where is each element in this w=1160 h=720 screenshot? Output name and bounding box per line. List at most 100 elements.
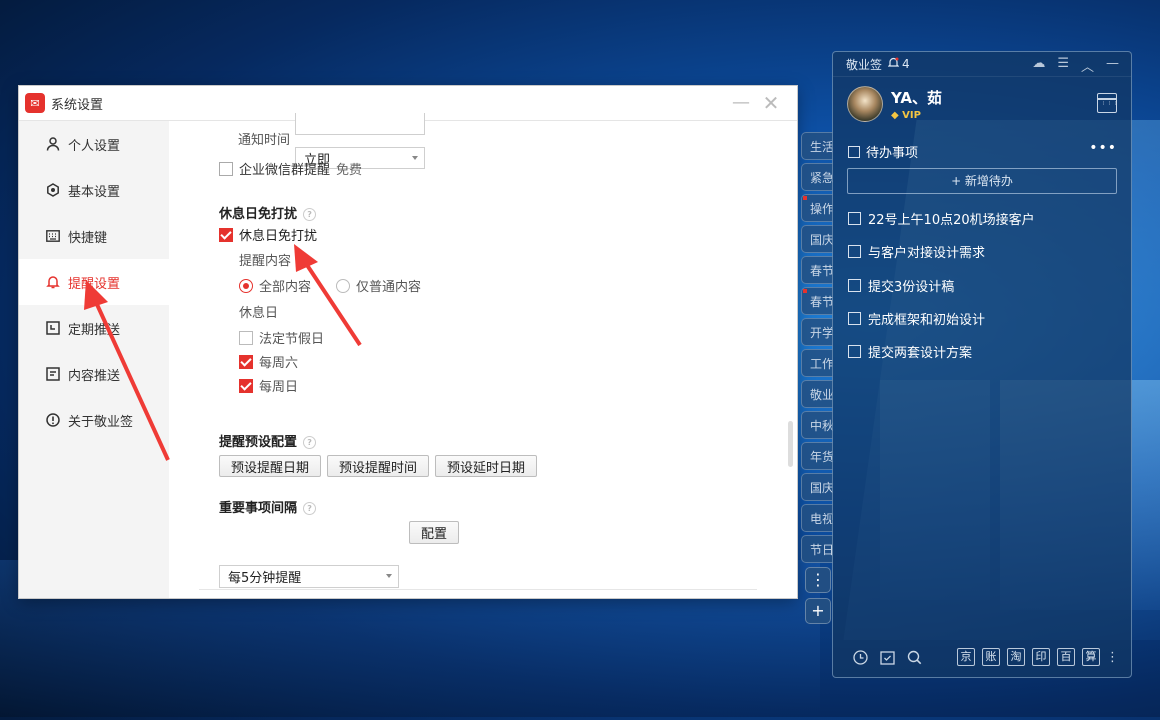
config-button[interactable]: 配置	[409, 521, 460, 544]
checkbox-checked-icon	[239, 354, 253, 369]
search-icon[interactable]	[905, 648, 923, 666]
avatar[interactable]	[847, 86, 883, 122]
calendar-icon[interactable]	[1097, 93, 1118, 113]
tab-item[interactable]: 国庆	[801, 473, 833, 501]
collapse-icon[interactable]: ︿	[1081, 56, 1094, 75]
document-icon	[45, 366, 61, 382]
shortcut-jd-button[interactable]: 京	[957, 648, 975, 666]
radio-all-content[interactable]: 全部内容	[239, 276, 311, 295]
sidebar-item-shortcuts[interactable]: 快捷键	[19, 213, 169, 259]
sticky-note-panel: 敬业签 4 ☁ ☰ ︿ — YA、茹 ◆ VIP 待办事项 ••• + 新增待办…	[832, 51, 1132, 678]
keyboard-icon	[45, 228, 61, 244]
clock-icon[interactable]	[851, 648, 869, 666]
todo-item[interactable]: 提交3份设计稿	[848, 276, 954, 295]
tab-item[interactable]: 节日	[801, 535, 833, 563]
checkbox-checked-icon	[219, 227, 233, 242]
more-options-icon[interactable]: •••	[1089, 140, 1117, 156]
sidebar-item-reminder[interactable]: 提醒设置	[19, 259, 169, 305]
wechat-group-reminder-checkbox[interactable]: 企业微信群提醒 免费	[219, 159, 362, 178]
interval-section-title: 重要事项间隔?	[219, 497, 317, 516]
tab-item[interactable]: 春节	[801, 287, 833, 315]
checkbox-icon[interactable]	[848, 245, 861, 258]
rest-day-dnd-checkbox[interactable]: 休息日免打扰	[219, 225, 317, 244]
tab-item[interactable]: 中秋	[801, 411, 833, 439]
checkbox-icon[interactable]	[848, 312, 861, 325]
rest-check-label: 休息日免打扰	[239, 229, 318, 244]
add-tab-button[interactable]: +	[805, 598, 831, 624]
tab-item[interactable]: 紧急	[801, 163, 833, 191]
tab-item[interactable]: 国庆	[801, 225, 833, 253]
radio-normal-content[interactable]: 仅普通内容	[336, 276, 421, 295]
panel-bottom-bar: 京 账 淘 印 百 算 ⋮	[833, 645, 1131, 669]
add-todo-button[interactable]: + 新增待办	[847, 168, 1117, 194]
tab-item[interactable]: 生活	[801, 132, 833, 160]
tab-item[interactable]: 工作	[801, 349, 833, 377]
tab-item[interactable]: 开学	[801, 318, 833, 346]
shortcut-taobao-button[interactable]: 淘	[1007, 648, 1025, 666]
tab-item[interactable]: 春节	[801, 256, 833, 284]
todo-item[interactable]: 完成框架和初始设计	[848, 309, 985, 328]
shortcut-calc-button[interactable]: 算	[1082, 648, 1100, 666]
section-title-text: 提醒预设配置	[219, 435, 298, 450]
minimize-button[interactable]: —	[729, 92, 753, 114]
preset-date-button[interactable]: 预设提醒日期	[219, 455, 322, 477]
todo-header: 待办事项	[848, 142, 918, 161]
divider	[199, 589, 757, 590]
sidebar-item-label: 基本设置	[68, 184, 121, 200]
sidebar-item-personal[interactable]: 个人设置	[19, 121, 169, 167]
sunday-checkbox[interactable]: 每周日	[239, 376, 298, 395]
shortcut-print-button[interactable]: 印	[1032, 648, 1050, 666]
todo-text: 提交两套设计方案	[868, 346, 973, 361]
settings-sidebar: 个人设置 基本设置 快捷键 提醒设置 定期推送 内容推送 关于敬业签	[19, 121, 169, 598]
tab-item[interactable]: 操作	[801, 194, 833, 222]
panel-title-bar[interactable]: 敬业签 4 ☁ ☰ ︿ —	[833, 52, 1131, 77]
sidebar-item-label: 个人设置	[68, 138, 121, 154]
help-icon[interactable]: ?	[303, 436, 317, 449]
calendar-clock-icon	[45, 320, 61, 336]
sidebar-item-basic[interactable]: 基本设置	[19, 167, 169, 213]
checkbox-icon[interactable]	[848, 212, 861, 225]
checkbox-icon[interactable]	[848, 345, 861, 358]
help-icon[interactable]: ?	[303, 502, 317, 515]
settings-window: ✉ 系统设置 — ✕ 个人设置 基本设置 快捷键 提醒设置 定期推送 内容推送 …	[19, 86, 797, 598]
saturday-label: 每周六	[259, 356, 299, 371]
todo-item[interactable]: 与客户对接设计需求	[848, 242, 985, 261]
close-button[interactable]: ✕	[759, 92, 783, 114]
notify-time-label: 通知时间	[238, 133, 291, 148]
cloud-sync-icon[interactable]: ☁	[1032, 56, 1045, 75]
menu-icon[interactable]: ☰	[1057, 56, 1069, 75]
saturday-checkbox[interactable]: 每周六	[239, 352, 298, 371]
minimize-icon[interactable]: —	[1106, 56, 1119, 75]
shortcut-account-button[interactable]: 账	[982, 648, 1000, 666]
checkbox-icon	[239, 330, 253, 345]
help-icon[interactable]: ?	[303, 208, 317, 221]
sidebar-item-content-push[interactable]: 内容推送	[19, 351, 169, 397]
scrollbar-thumb[interactable]	[788, 421, 793, 467]
preset-delay-button[interactable]: 预设延时日期	[435, 455, 538, 477]
tab-item[interactable]: 电视	[801, 504, 833, 532]
radio-icon	[336, 278, 350, 293]
interval-value: 每5分钟提醒	[228, 571, 302, 586]
preset-time-button[interactable]: 预设提醒时间	[327, 455, 430, 477]
user-info[interactable]: YA、茹 ◆ VIP	[847, 86, 942, 122]
tab-item[interactable]: 敬业	[801, 380, 833, 408]
rest-day-section-title: 休息日免打扰?	[219, 203, 317, 222]
holiday-checkbox[interactable]: 法定节假日	[239, 328, 324, 347]
todo-item[interactable]: 提交两套设计方案	[848, 342, 972, 361]
interval-select[interactable]: 每5分钟提醒	[219, 565, 399, 588]
partial-select-above[interactable]	[295, 113, 425, 135]
todo-item[interactable]: 22号上午10点20机场接客户	[848, 209, 1035, 228]
sidebar-item-label: 提醒设置	[68, 276, 121, 292]
bell-icon[interactable]	[887, 57, 900, 71]
checkbox-icon[interactable]	[848, 279, 861, 292]
more-tabs-button[interactable]: ⋮	[805, 567, 831, 593]
sidebar-item-scheduled-push[interactable]: 定期推送	[19, 305, 169, 351]
free-badge: 免费	[336, 163, 363, 178]
radio-selected-icon	[239, 278, 253, 293]
shortcut-baidu-button[interactable]: 百	[1057, 648, 1075, 666]
sidebar-item-label: 内容推送	[68, 368, 121, 384]
more-vertical-icon[interactable]: ⋮	[1106, 650, 1119, 665]
tab-item[interactable]: 年货	[801, 442, 833, 470]
sidebar-item-about[interactable]: 关于敬业签	[19, 397, 169, 443]
task-check-icon[interactable]	[878, 648, 896, 666]
